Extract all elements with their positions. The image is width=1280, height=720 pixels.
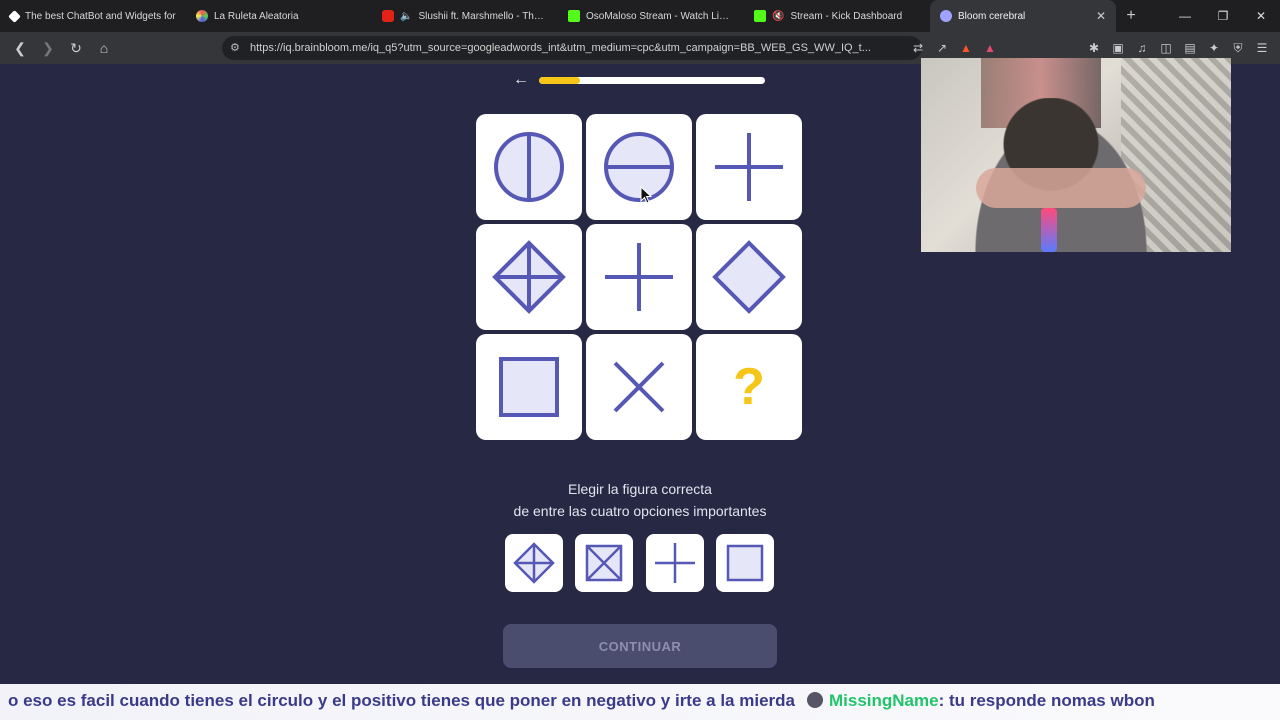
minimize-icon[interactable]: —: [1166, 9, 1204, 23]
forward-icon[interactable]: ❯: [36, 40, 60, 57]
grid-cell: [476, 114, 582, 220]
grid-cell: [586, 334, 692, 440]
screenshot-icon[interactable]: ▣: [1110, 41, 1126, 55]
kick-favicon-icon: [754, 10, 766, 22]
grid-cell: [586, 114, 692, 220]
option-square[interactable]: [716, 534, 774, 592]
tab-title: OsoMaloso Stream - Watch Live o: [586, 10, 734, 22]
kick-favicon-icon: [568, 10, 580, 22]
option-diamond-plus[interactable]: [505, 534, 563, 592]
tab-title: Bloom cerebral: [958, 10, 1026, 22]
new-tab-button[interactable]: +: [1116, 7, 1146, 25]
chat-reply-text: : tu responde nomas wbon: [938, 691, 1155, 710]
grid-cell: [586, 224, 692, 330]
restore-icon[interactable]: ❐: [1204, 9, 1242, 23]
option-plus[interactable]: [646, 534, 704, 592]
continue-button[interactable]: CONTINUAR: [503, 624, 777, 668]
close-window-icon[interactable]: ✕: [1242, 9, 1280, 23]
diamond-plus-icon: [513, 542, 555, 584]
sidebar-icon[interactable]: ◫: [1158, 41, 1174, 55]
tab-title: The best ChatBot and Widgets for: [25, 10, 176, 22]
close-tab-icon[interactable]: ✕: [1096, 9, 1106, 23]
tab-chatbot[interactable]: The best ChatBot and Widgets for: [0, 0, 186, 32]
square-icon: [499, 357, 559, 417]
tab-kick-dashboard[interactable]: 🔇 Stream - Kick Dashboard: [744, 0, 930, 32]
rgb-bottle: [1041, 208, 1057, 252]
square-x-icon: [585, 544, 623, 582]
circle-vertical-line-icon: [494, 132, 564, 202]
tab-title: La Ruleta Aleatoria: [214, 10, 299, 22]
address-bar[interactable]: ⚙ https://iq.brainbloom.me/iq_q5?utm_sou…: [222, 36, 922, 60]
chat-username: MissingName: [828, 691, 939, 710]
square-icon: [726, 544, 764, 582]
vpn-icon[interactable]: ⛨: [1230, 41, 1246, 56]
muted-speaker-icon: 🔇: [772, 10, 785, 22]
translate-icon[interactable]: ⇄: [910, 41, 926, 55]
ruleta-favicon-icon: [196, 10, 208, 22]
window-controls: — ❐ ✕: [1166, 0, 1280, 32]
diamond-plus-icon: [492, 240, 566, 314]
tab-slushii[interactable]: 🔈 Slushii ft. Marshmello - There: [372, 0, 558, 32]
grid-cell: [696, 224, 802, 330]
extensions-icon[interactable]: ✱: [1086, 41, 1102, 55]
tab-bloom-cerebral[interactable]: Bloom cerebral ✕: [930, 0, 1116, 32]
back-icon[interactable]: ❮: [8, 40, 32, 57]
tab-title: Slushii ft. Marshmello - There: [418, 10, 548, 22]
grid-cell: [476, 224, 582, 330]
grid-cell: [476, 334, 582, 440]
progress-fill: [539, 77, 580, 84]
wallet-icon[interactable]: ▤: [1182, 41, 1198, 55]
plus-icon: [715, 133, 783, 201]
answer-options: [505, 534, 775, 592]
menu-icon[interactable]: ☰: [1254, 41, 1270, 55]
site-info-icon[interactable]: ⚙: [230, 41, 240, 54]
url-text: https://iq.brainbloom.me/iq_q5?utm_sourc…: [250, 42, 871, 54]
chatbot-favicon-icon: [8, 9, 21, 23]
circle-horizontal-line-icon: [604, 132, 674, 202]
back-arrow-icon[interactable]: ←: [513, 71, 529, 89]
chat-message-text: o eso es facil cuando tienes el circulo …: [8, 691, 795, 710]
instruction-text: Elegir la figura correcta de entre las c…: [440, 478, 840, 522]
tab-title: Stream - Kick Dashboard: [790, 10, 903, 22]
reload-icon[interactable]: ↻: [64, 40, 88, 57]
grid-cell: [696, 114, 802, 220]
plus-icon: [655, 543, 695, 583]
webcam-overlay: [921, 58, 1231, 252]
progress-bar: [539, 77, 765, 84]
instruction-line-1: Elegir la figura correcta: [568, 481, 712, 497]
brainbloom-favicon-icon: [940, 10, 952, 22]
mouse-cursor-icon: [640, 186, 652, 204]
share-icon[interactable]: ↗: [934, 41, 950, 55]
brave-shields-icon[interactable]: ▲: [958, 41, 974, 55]
chat-message: o eso es facil cuando tienes el circulo …: [8, 691, 1155, 711]
tab-strip: The best ChatBot and Widgets for La Rule…: [0, 0, 1280, 32]
rewards-icon[interactable]: ▲: [982, 41, 998, 55]
missing-cell: ?: [696, 334, 802, 440]
youtube-favicon-icon: [382, 10, 394, 22]
media-icon[interactable]: ♫: [1134, 41, 1150, 55]
tab-ruleta[interactable]: La Ruleta Aleatoria: [186, 0, 372, 32]
puzzle-grid: ?: [476, 114, 804, 442]
home-icon[interactable]: ⌂: [92, 40, 116, 56]
plus-icon: [605, 243, 673, 311]
x-icon: [613, 361, 665, 413]
instruction-line-2: de entre las cuatro opciones importantes: [513, 503, 767, 519]
chat-ticker: o eso es facil cuando tienes el circulo …: [0, 684, 1280, 720]
leo-icon[interactable]: ✦: [1206, 41, 1222, 55]
question-mark: ?: [733, 358, 765, 416]
tab-osomaloso[interactable]: OsoMaloso Stream - Watch Live o: [558, 0, 744, 32]
streamer-hand: [976, 168, 1146, 208]
option-square-x[interactable]: [575, 534, 633, 592]
chat-avatar-icon: [806, 692, 823, 708]
speaker-icon: 🔈: [400, 10, 413, 22]
diamond-icon: [712, 240, 786, 314]
